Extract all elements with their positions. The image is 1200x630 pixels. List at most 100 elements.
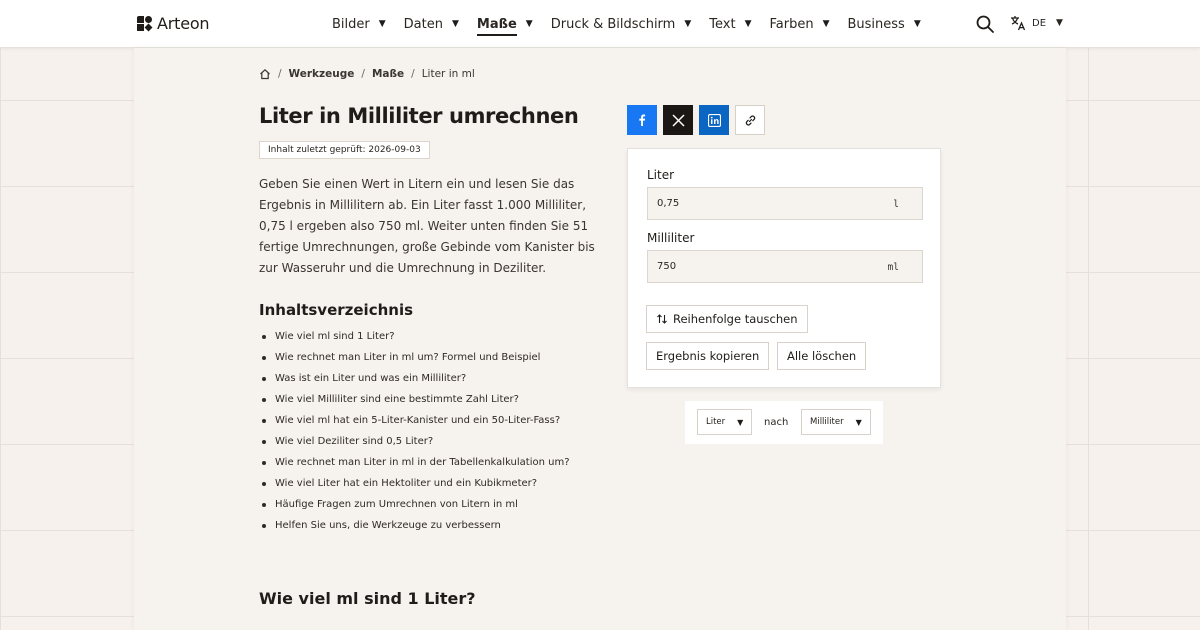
bullet-icon bbox=[262, 355, 266, 360]
toc-item[interactable]: Wie viel Milliliter sind eine bestimmte … bbox=[259, 389, 570, 410]
breadcrumb-current: Liter in ml bbox=[421, 68, 475, 80]
toc-item-label: Helfen Sie uns, die Werkzeuge zu verbess… bbox=[275, 520, 501, 531]
copy-result-label: Ergebnis kopieren bbox=[656, 349, 760, 363]
toc-item-label: Wie viel ml hat ein 5-Liter-Kanister und… bbox=[275, 415, 561, 426]
toc-item[interactable]: Wie rechnet man Liter in ml in der Tabel… bbox=[259, 452, 570, 473]
language-switcher[interactable]: DE ▼ bbox=[1009, 14, 1063, 32]
toc-item[interactable]: Wie viel Liter hat ein Hektoliter und ei… bbox=[259, 473, 570, 494]
nav-item-label: Daten bbox=[403, 16, 443, 32]
from-unit-select[interactable]: Liter ▼ bbox=[697, 409, 753, 435]
toc-title: Inhaltsverzeichnis bbox=[259, 301, 414, 319]
nav-item-business[interactable]: Business ▼ bbox=[848, 17, 921, 32]
facebook-icon bbox=[639, 114, 646, 126]
toc-item-label: Häufige Fragen zum Umrechnen von Litern … bbox=[275, 499, 518, 510]
liter-input[interactable] bbox=[648, 188, 868, 219]
bullet-icon bbox=[262, 397, 266, 402]
toc-item[interactable]: Wie viel ml sind 1 Liter? bbox=[259, 326, 570, 347]
share-facebook-button[interactable] bbox=[627, 105, 657, 135]
nav-item-label: Farben bbox=[769, 16, 814, 32]
nav-item-label: Bilder bbox=[332, 16, 370, 32]
to-unit-select-value: Milliliter bbox=[810, 417, 844, 427]
link-icon bbox=[745, 115, 755, 125]
share-linkedin-button[interactable] bbox=[699, 105, 729, 135]
table-of-contents: Wie viel ml sind 1 Liter? Wie rechnet ma… bbox=[259, 326, 570, 536]
bullet-icon bbox=[262, 523, 266, 528]
brand-logo-icon bbox=[137, 16, 153, 32]
swap-icon bbox=[656, 313, 668, 325]
nav-item-daten[interactable]: Daten ▼ bbox=[404, 17, 459, 32]
breadcrumb-link-werkzeuge[interactable]: Werkzeuge bbox=[289, 68, 355, 80]
chevron-down-icon: ▼ bbox=[737, 417, 744, 427]
breadcrumb: / Werkzeuge / Maße / Liter in ml bbox=[259, 68, 475, 80]
chevron-down-icon: ▼ bbox=[684, 19, 692, 29]
nav-item-text[interactable]: Text ▼ bbox=[709, 17, 751, 32]
toc-item-label: Wie viel Liter hat ein Hektoliter und ei… bbox=[275, 478, 538, 489]
clear-all-button[interactable]: Alle löschen bbox=[777, 342, 867, 370]
bullet-icon bbox=[262, 460, 266, 465]
toc-item-label: Was ist ein Liter und was ein Milliliter… bbox=[275, 373, 467, 384]
search-icon bbox=[976, 15, 994, 33]
swap-order-button[interactable]: Reihenfolge tauschen bbox=[646, 305, 808, 333]
chevron-down-icon: ▼ bbox=[525, 19, 533, 29]
brand-logo[interactable]: Arteon bbox=[137, 14, 210, 33]
from-unit-select-value: Liter bbox=[706, 417, 726, 427]
clear-all-label: Alle löschen bbox=[787, 349, 857, 363]
nav-item-label: Druck & Bildschirm bbox=[550, 16, 676, 32]
page-title: Liter in Milliliter umrechnen bbox=[259, 104, 579, 128]
bullet-icon bbox=[262, 376, 266, 381]
chevron-down-icon: ▼ bbox=[855, 417, 862, 427]
to-unit: ml bbox=[887, 262, 899, 273]
nav-item-masse[interactable]: Maße ▼ bbox=[476, 13, 533, 36]
toc-item[interactable]: Was ist ein Liter und was ein Milliliter… bbox=[259, 368, 570, 389]
linkedin-icon bbox=[707, 113, 721, 127]
intro-paragraph: Geben Sie einen Wert in Litern ein und l… bbox=[259, 177, 595, 275]
home-icon[interactable] bbox=[259, 68, 271, 80]
toc-item[interactable]: Wie viel ml hat ein 5-Liter-Kanister und… bbox=[259, 410, 570, 431]
x-icon bbox=[671, 113, 685, 127]
chevron-down-icon: ▼ bbox=[378, 19, 386, 29]
nav-item-label: Text bbox=[709, 16, 736, 32]
chevron-down-icon: ▼ bbox=[1056, 18, 1063, 28]
copy-result-button[interactable]: Ergebnis kopieren bbox=[646, 342, 770, 370]
section-title: Wie viel ml sind 1 Liter? bbox=[259, 589, 476, 608]
bullet-icon bbox=[262, 439, 266, 444]
unit-connector: nach bbox=[764, 417, 789, 428]
chevron-down-icon: ▼ bbox=[451, 19, 459, 29]
nav-item-farben[interactable]: Farben ▼ bbox=[769, 17, 829, 32]
nav-item-bilder[interactable]: Bilder ▼ bbox=[332, 17, 386, 32]
toc-item-label: Wie rechnet man Liter in ml um? Formel u… bbox=[275, 352, 541, 363]
bullet-icon bbox=[262, 502, 266, 507]
toc-item[interactable]: Helfen Sie uns, die Werkzeuge zu verbess… bbox=[259, 515, 570, 536]
nav-item-label: Maße bbox=[476, 17, 517, 36]
main-nav: Bilder ▼ Daten ▼ Maße ▼ Druck & Bildschi… bbox=[332, 0, 939, 48]
translate-icon bbox=[1011, 16, 1026, 31]
breadcrumb-separator: / bbox=[278, 68, 282, 80]
toc-item-label: Wie viel ml sind 1 Liter? bbox=[275, 331, 395, 342]
nav-item-druck-bildschirm[interactable]: Druck & Bildschirm ▼ bbox=[551, 17, 692, 32]
review-date-badge: Inhalt zuletzt geprüft: 2026-09-03 bbox=[259, 141, 430, 159]
language-code: DE bbox=[1032, 17, 1047, 29]
milliliter-input[interactable] bbox=[648, 251, 868, 282]
bullet-icon bbox=[262, 481, 266, 486]
swap-order-label: Reihenfolge tauschen bbox=[673, 312, 798, 326]
to-field-label: Milliliter bbox=[647, 231, 695, 245]
unit-selector-bar: Liter ▼ nach Milliliter ▼ bbox=[685, 401, 883, 444]
to-unit-select[interactable]: Milliliter ▼ bbox=[801, 409, 871, 435]
toc-item-label: Wie viel Deziliter sind 0,5 Liter? bbox=[275, 436, 434, 447]
toc-item[interactable]: Wie rechnet man Liter in ml um? Formel u… bbox=[259, 347, 570, 368]
bullet-icon bbox=[262, 334, 266, 339]
share-x-button[interactable] bbox=[663, 105, 693, 135]
to-field: ml bbox=[647, 250, 923, 283]
toc-item-label: Wie viel Milliliter sind eine bestimmte … bbox=[275, 394, 519, 405]
chevron-down-icon: ▼ bbox=[913, 19, 921, 29]
chevron-down-icon: ▼ bbox=[822, 19, 830, 29]
brand-name: Arteon bbox=[157, 14, 210, 33]
breadcrumb-link-masse[interactable]: Maße bbox=[372, 68, 404, 80]
chevron-down-icon: ▼ bbox=[744, 19, 752, 29]
converter-card: Liter l Milliliter ml Reihenfolge tausch… bbox=[627, 148, 941, 388]
copy-link-button[interactable] bbox=[735, 105, 765, 135]
toc-item[interactable]: Wie viel Deziliter sind 0,5 Liter? bbox=[259, 431, 570, 452]
search-button[interactable] bbox=[975, 14, 995, 34]
toc-item[interactable]: Häufige Fragen zum Umrechnen von Litern … bbox=[259, 494, 570, 515]
nav-item-label: Business bbox=[847, 16, 905, 32]
